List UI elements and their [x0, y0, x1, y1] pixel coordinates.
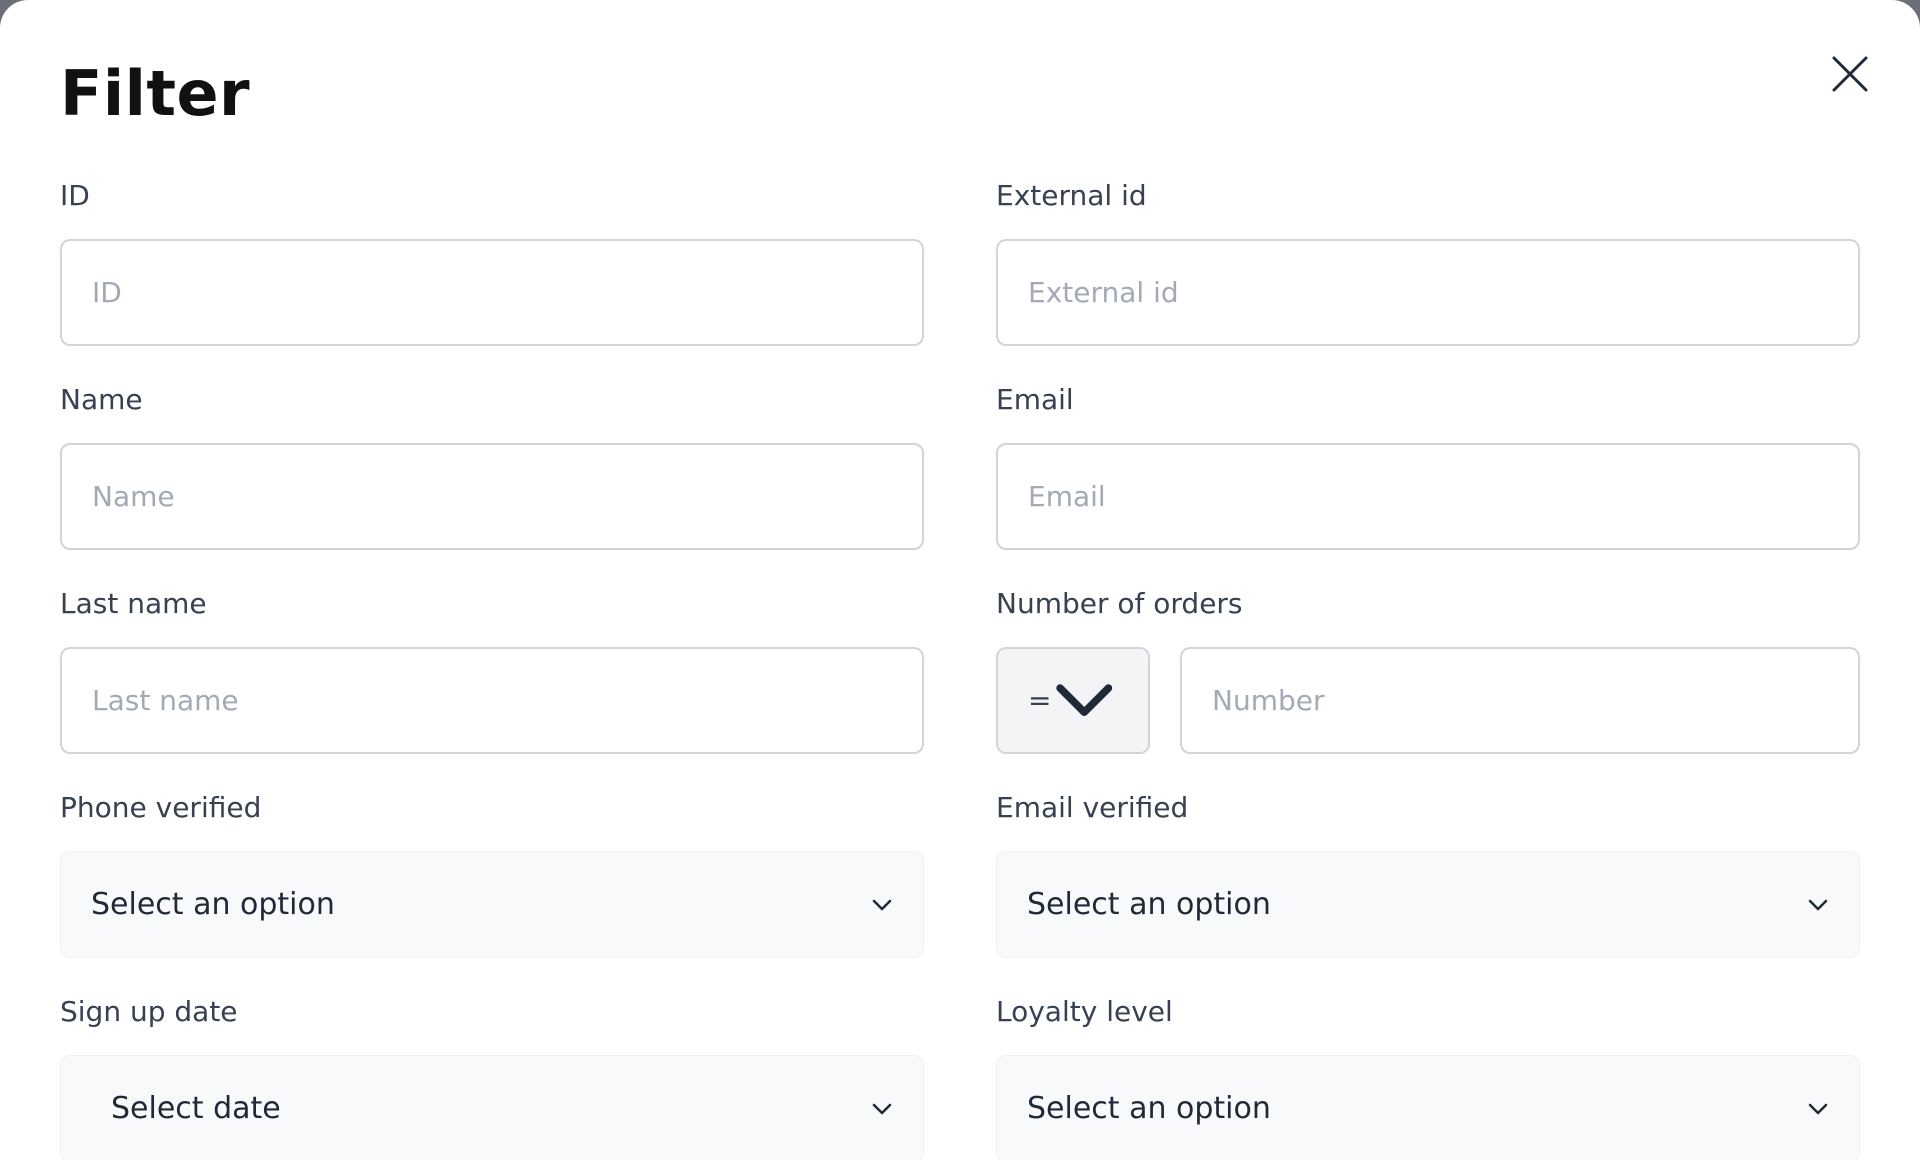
close-icon — [1832, 56, 1868, 92]
sign-up-date-label: Sign up date — [60, 995, 238, 1028]
chevron-down-icon — [872, 1103, 892, 1114]
chevron-down-icon — [1808, 899, 1828, 910]
id-label: ID — [60, 179, 90, 212]
id-input[interactable] — [60, 239, 924, 346]
loyalty-level-select[interactable]: Select an option — [996, 1055, 1860, 1160]
number-of-orders-input[interactable] — [1180, 647, 1860, 754]
email-label: Email — [996, 383, 1074, 416]
close-button[interactable] — [1824, 48, 1876, 100]
loyalty-level-value: Select an option — [1027, 1091, 1271, 1126]
phone-verified-value: Select an option — [91, 887, 335, 922]
orders-operator-select[interactable]: = — [996, 647, 1150, 754]
loyalty-level-label: Loyalty level — [996, 995, 1173, 1028]
external-id-input[interactable] — [996, 239, 1860, 346]
last-name-input[interactable] — [60, 647, 924, 754]
sign-up-date-value: Select date — [111, 1091, 281, 1126]
sign-up-date-select[interactable]: Select date — [60, 1055, 924, 1160]
email-verified-value: Select an option — [1027, 887, 1271, 922]
email-input[interactable] — [996, 443, 1860, 550]
orders-operator-value: = — [1028, 684, 1052, 717]
chevron-down-icon — [1808, 1103, 1828, 1114]
name-input[interactable] — [60, 443, 924, 550]
email-verified-select[interactable]: Select an option — [996, 851, 1860, 958]
chevron-down-icon — [872, 899, 892, 910]
name-label: Name — [60, 383, 143, 416]
dialog-title: Filter — [60, 57, 251, 130]
external-id-label: External id — [996, 179, 1147, 212]
filter-dialog: Filter ID External id Name Email Last na… — [0, 0, 1920, 1160]
email-verified-label: Email verified — [996, 791, 1189, 824]
phone-verified-select[interactable]: Select an option — [60, 851, 924, 958]
chevron-down-icon — [1056, 684, 1113, 717]
phone-verified-label: Phone verified — [60, 791, 262, 824]
number-of-orders-label: Number of orders — [996, 587, 1243, 620]
last-name-label: Last name — [60, 587, 207, 620]
